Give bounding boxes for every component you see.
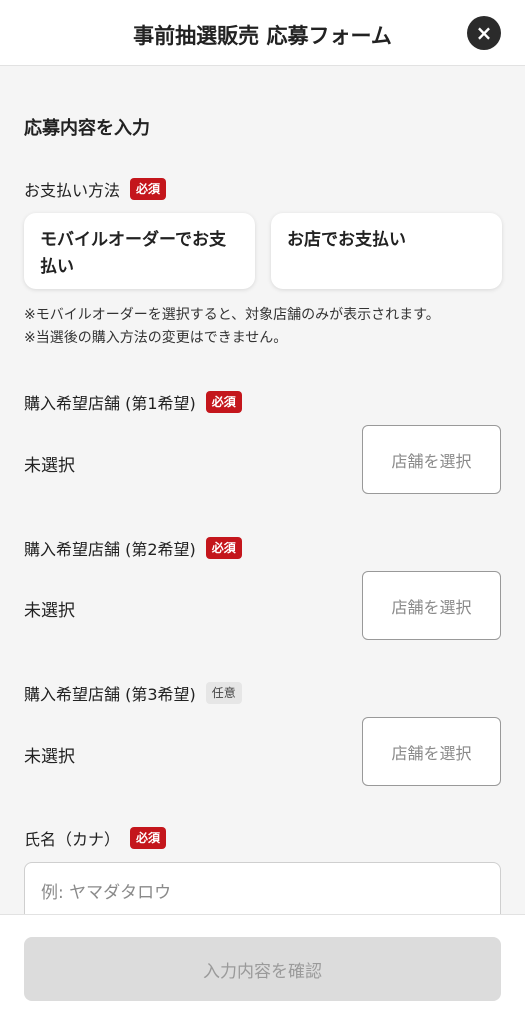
section-title: 応募内容を入力 bbox=[24, 118, 150, 139]
payment-option-in-store[interactable]: お店でお支払い bbox=[271, 213, 502, 289]
name-kana-input[interactable] bbox=[24, 862, 501, 914]
store-choice-3-value: 未選択 bbox=[24, 747, 75, 767]
page-title: 事前抽選販売 応募フォーム bbox=[133, 24, 392, 48]
required-badge: 必須 bbox=[205, 537, 242, 559]
store-choice-2-label-text: 購入希望店舗 (第2希望) bbox=[24, 540, 196, 559]
store-choice-1-label-text: 購入希望店舗 (第1希望) bbox=[24, 394, 196, 413]
payment-method-label-text: お支払い方法 bbox=[24, 181, 121, 200]
payment-note: ※モバイルオーダーを選択すると、対象店舗のみが表示されます。 bbox=[24, 307, 440, 323]
close-icon: × bbox=[475, 21, 493, 45]
store-choice-3-label-text: 購入希望店舗 (第3希望) bbox=[24, 685, 196, 704]
footer-bar: 入力内容を確認 bbox=[0, 914, 525, 1024]
store-choice-2-value: 未選択 bbox=[24, 601, 75, 621]
select-store-1-button[interactable]: 店舗を選択 bbox=[362, 425, 501, 494]
name-kana-label-text: 氏名（カナ） bbox=[24, 830, 121, 849]
payment-option-mobile-order[interactable]: モバイルオーダーでお支払い bbox=[24, 213, 255, 289]
form-content[interactable]: 応募内容を入力 お支払い方法 必須 モバイルオーダーでお支払い お店でお支払い … bbox=[0, 66, 525, 914]
required-badge: 必須 bbox=[130, 827, 167, 849]
store-choice-2-label: 購入希望店舗 (第2希望) 必須 bbox=[24, 536, 242, 560]
select-store-3-button[interactable]: 店舗を選択 bbox=[362, 717, 501, 786]
close-button[interactable]: × bbox=[467, 16, 501, 50]
header-bar: 事前抽選販売 応募フォーム × bbox=[0, 0, 525, 66]
payment-notes: ※モバイルオーダーを選択すると、対象店舗のみが表示されます。 ※当選後の購入方法… bbox=[24, 304, 440, 350]
confirm-input-button[interactable]: 入力内容を確認 bbox=[24, 937, 501, 1001]
store-choice-1-label: 購入希望店舗 (第1希望) 必須 bbox=[24, 390, 242, 414]
required-badge: 必須 bbox=[205, 391, 242, 413]
store-choice-1-value: 未選択 bbox=[24, 456, 75, 476]
payment-method-label: お支払い方法 必須 bbox=[24, 177, 167, 201]
name-kana-label: 氏名（カナ） 必須 bbox=[24, 826, 167, 850]
store-choice-3-label: 購入希望店舗 (第3希望) 任意 bbox=[24, 681, 242, 705]
required-badge: 必須 bbox=[130, 178, 167, 200]
payment-note: ※当選後の購入方法の変更はできません。 bbox=[24, 330, 288, 346]
optional-badge: 任意 bbox=[205, 682, 242, 704]
select-store-2-button[interactable]: 店舗を選択 bbox=[362, 571, 501, 640]
